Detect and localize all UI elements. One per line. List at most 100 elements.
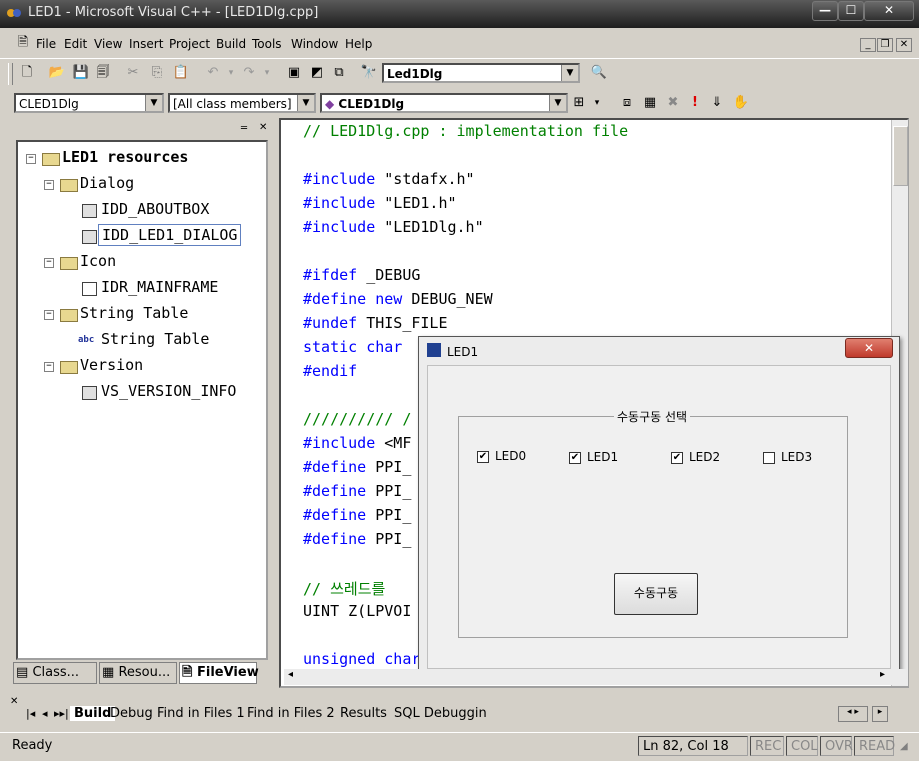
close-button[interactable]: ✕ — [864, 1, 914, 21]
scrollbar-thumb[interactable] — [893, 126, 908, 186]
chevron-down-icon[interactable]: ▼ — [549, 95, 566, 111]
collapse-icon[interactable]: − — [44, 362, 54, 372]
collapse-icon[interactable]: − — [44, 180, 54, 190]
manual-drive-button[interactable]: 수동구동 — [614, 573, 698, 615]
open-folder-icon[interactable]: 📂 — [48, 64, 66, 82]
window-list-icon[interactable]: ⧉ — [330, 64, 348, 82]
chevron-down-icon[interactable]: ▼ — [145, 95, 162, 111]
menu-insert[interactable]: Insert — [129, 37, 163, 51]
compile-icon[interactable]: ⧈ — [618, 94, 636, 112]
tab-find-in-files-2[interactable]: Find in Files 2 — [247, 706, 335, 721]
go-icon[interactable]: ⇓ — [708, 94, 726, 112]
resource-tree[interactable]: − LED1 resources − Dialog IDD_ABOUTBOX I… — [16, 140, 268, 660]
checkbox-led3[interactable]: LED3 — [763, 450, 812, 464]
tab-sql-debugging[interactable]: SQL Debuggin — [394, 706, 487, 721]
redo-icon[interactable]: ↷ — [240, 64, 258, 82]
class-combo[interactable]: CLED1Dlg ▼ — [14, 93, 164, 113]
output-window-icon[interactable]: ◩ — [308, 64, 326, 82]
checkbox-box[interactable]: ✔ — [477, 450, 489, 463]
chevron-down-icon[interactable]: ▼ — [297, 95, 314, 111]
menu-build[interactable]: Build — [216, 37, 246, 51]
scroll-right-icon[interactable]: ▸ — [880, 669, 885, 680]
checkbox-led2[interactable]: ✔ LED2 — [671, 450, 720, 464]
breakpoint-icon[interactable]: ✋ — [732, 94, 750, 112]
wizard-action-dropdown-icon[interactable]: ▾ — [588, 94, 606, 112]
stop-build-icon[interactable]: ✖ — [664, 94, 682, 112]
mdi-minimize-button[interactable]: _ — [860, 38, 876, 52]
redo-dropdown-icon[interactable]: ▾ — [258, 64, 276, 82]
menu-file[interactable]: File — [36, 37, 56, 51]
tab-results[interactable]: Results — [340, 706, 387, 721]
tree-item-idd-aboutbox[interactable]: IDD_ABOUTBOX — [101, 200, 209, 218]
maximize-button[interactable]: ☐ — [838, 1, 864, 21]
tree-string-table-folder[interactable]: String Table — [80, 304, 188, 322]
filter-combo[interactable]: [All class members] ▼ — [168, 93, 316, 113]
checkbox-box[interactable]: ✔ — [569, 451, 581, 464]
wizard-action-icon[interactable]: ⊞ — [570, 94, 588, 112]
menu-tools[interactable]: Tools — [252, 37, 282, 51]
horizontal-scrollbar[interactable]: ◂ ▸ — [284, 669, 906, 685]
tab-build[interactable]: Build — [70, 706, 116, 721]
output-scroll-left-icon[interactable]: ◂ ▸ — [838, 706, 868, 722]
paste-icon[interactable]: 📋 — [172, 64, 190, 82]
tab-find-in-files-1[interactable]: Find in Files 1 — [157, 706, 245, 721]
tree-item-string-table[interactable]: String Table — [101, 330, 209, 348]
collapse-icon[interactable]: − — [44, 310, 54, 320]
checkbox-led0[interactable]: ✔ LED0 — [477, 449, 526, 463]
find-combo-value: Led1Dlg — [387, 67, 443, 81]
tree-dialog-folder[interactable]: Dialog — [80, 174, 134, 192]
tab-nav-next-icon[interactable]: ▸▸| — [54, 707, 69, 720]
save-all-icon[interactable]: 🗐 — [94, 64, 112, 82]
toolbar-grip[interactable] — [8, 63, 13, 85]
tree-version-folder[interactable]: Version — [80, 356, 143, 374]
pane-grip-icon[interactable]: ═ — [241, 123, 247, 134]
build-icon[interactable]: ▦ — [641, 94, 659, 112]
tab-fileview[interactable]: 🗎 FileView — [179, 662, 259, 684]
tab-nav-first-icon[interactable]: |◂ — [26, 707, 35, 720]
collapse-icon[interactable]: − — [26, 154, 36, 164]
mdi-restore-button[interactable]: ❐ — [877, 38, 893, 52]
execute-icon[interactable]: ! — [686, 94, 704, 112]
mdi-close-button[interactable]: ✕ — [896, 38, 912, 52]
scroll-left-icon[interactable]: ◂ — [288, 669, 293, 680]
output-scroll-right-icon[interactable]: ▸ — [872, 706, 888, 722]
copy-icon[interactable]: ⎘ — [148, 64, 166, 82]
tree-item-idd-led1-dialog[interactable]: IDD_LED1_DIALOG — [98, 224, 242, 246]
new-file-icon[interactable]: 🗋 — [18, 64, 36, 82]
minimize-button[interactable]: — — [812, 1, 838, 21]
resize-grip-icon[interactable]: ◢ — [900, 741, 908, 752]
tree-item-vs-version-info[interactable]: VS_VERSION_INFO — [101, 382, 236, 400]
undo-dropdown-icon[interactable]: ▾ — [222, 64, 240, 82]
code-token: PPI_ — [366, 506, 412, 524]
tab-resourceview[interactable]: ▦ Resou... — [99, 662, 177, 684]
collapse-icon[interactable]: − — [44, 258, 54, 268]
workspace-icon[interactable]: ▣ — [285, 64, 303, 82]
tree-root[interactable]: LED1 resources — [62, 148, 188, 166]
tree-icon-folder[interactable]: Icon — [80, 252, 116, 270]
menu-window[interactable]: Window — [291, 37, 338, 51]
menu-project[interactable]: Project — [169, 37, 210, 51]
code-token: "LED1.h" — [375, 194, 457, 212]
dialog-close-button[interactable]: ✕ — [845, 338, 893, 358]
search-icon[interactable]: 🔍 — [590, 64, 608, 82]
find-combo[interactable]: Led1Dlg ▼ — [382, 63, 580, 83]
menu-help[interactable]: Help — [345, 37, 372, 51]
version-resource-icon — [82, 386, 97, 400]
checkbox-box[interactable] — [763, 451, 775, 464]
tab-classview[interactable]: ▤ Class... — [13, 662, 97, 684]
find-in-files-icon[interactable]: 🔭 — [360, 64, 378, 82]
save-icon[interactable]: 💾 — [72, 64, 90, 82]
tree-item-idr-mainframe[interactable]: IDR_MAINFRAME — [101, 278, 218, 296]
pane-close-icon[interactable]: ✕ — [259, 122, 267, 133]
pane-close-icon[interactable]: ✕ — [10, 696, 18, 707]
checkbox-box[interactable]: ✔ — [671, 451, 683, 464]
tab-nav-prev-icon[interactable]: ◂ — [42, 707, 48, 720]
undo-icon[interactable]: ↶ — [204, 64, 222, 82]
menu-edit[interactable]: Edit — [64, 37, 87, 51]
tab-debug[interactable]: Debug — [110, 706, 153, 721]
cut-icon[interactable]: ✂ — [124, 64, 142, 82]
checkbox-led1[interactable]: ✔ LED1 — [569, 450, 618, 464]
chevron-down-icon[interactable]: ▼ — [561, 65, 578, 81]
menu-view[interactable]: View — [94, 37, 122, 51]
member-combo[interactable]: ◆ CLED1Dlg ▼ — [320, 93, 568, 113]
